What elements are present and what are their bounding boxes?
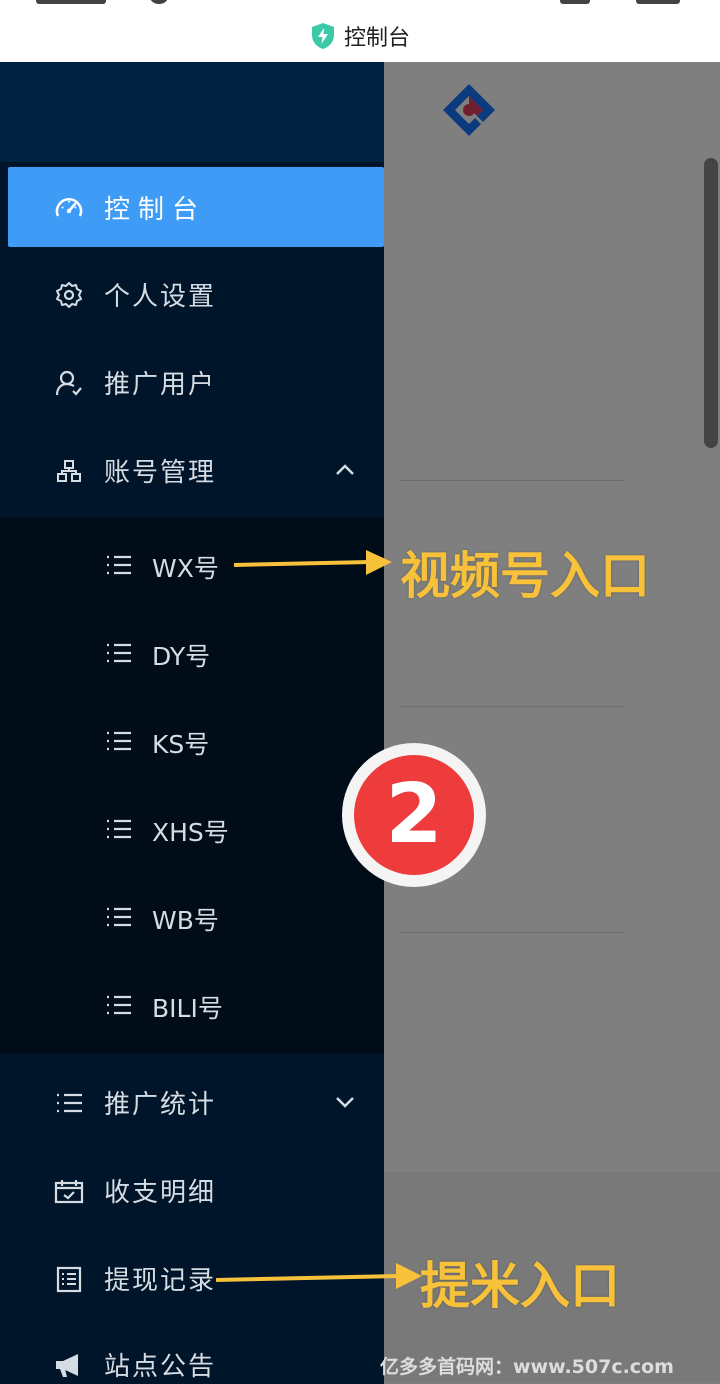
sidebar-item-account-management[interactable]: 账号管理: [0, 430, 384, 510]
sidebar-item-promotion-stats[interactable]: 推广统计: [0, 1062, 384, 1142]
sidebar-item-label: 个人设置: [104, 282, 217, 312]
sidebar-item-label: 提现记录: [104, 1266, 217, 1296]
dashboard-icon: [55, 198, 83, 217]
sidebar-item-label: 推广用户: [104, 370, 217, 400]
page-title: 控制台: [343, 26, 410, 51]
sidebar-item-label: 账号管理: [104, 458, 217, 488]
sidebar-item-label: 收支明细: [104, 1178, 217, 1208]
submenu-item-ks[interactable]: KS号: [0, 702, 384, 782]
sidebar-item-site-notice[interactable]: 站点公告: [0, 1324, 384, 1384]
watermark: 亿多多首码网：www.507c.com: [380, 1356, 674, 1378]
annotation-video-entry: 视频号入口: [400, 547, 650, 605]
status-bar-icon: [150, 0, 168, 4]
chevron-down-icon: [336, 1097, 354, 1108]
step-badge: 2: [342, 743, 486, 887]
document-icon: [56, 1266, 82, 1293]
submenu-item-label: DY号: [152, 642, 211, 671]
list-icon: [107, 995, 131, 1015]
gear-icon: [56, 282, 82, 308]
submenu-item-bili[interactable]: BILI号: [0, 966, 384, 1046]
submenu-item-label: KS号: [152, 730, 210, 759]
submenu-item-xhs[interactable]: XHS号: [0, 790, 384, 870]
list-icon: [107, 643, 131, 663]
sidebar-item-label: 推广统计: [104, 1090, 217, 1120]
list-icon: [57, 1093, 82, 1113]
battery-icon: [636, 0, 680, 4]
sidebar-item-personal-settings[interactable]: 个人设置: [0, 254, 384, 334]
submenu-item-label: WX号: [152, 554, 219, 583]
sidebar-item-withdraw-records[interactable]: 提现记录: [0, 1238, 384, 1318]
sidebar-item-label: 站点公告: [104, 1352, 217, 1382]
submenu-item-wb[interactable]: WB号: [0, 878, 384, 958]
chevron-up-icon: [336, 464, 354, 475]
signal-icon: [560, 0, 590, 4]
calendar-check-icon: [54, 1180, 84, 1204]
list-icon: [107, 731, 131, 751]
submenu-item-label: XHS号: [152, 818, 229, 847]
submenu-item-label: BILI号: [152, 994, 223, 1023]
megaphone-icon: [56, 1354, 78, 1377]
list-icon: [107, 819, 131, 839]
cluster-icon: [57, 460, 81, 482]
submenu-item-dy[interactable]: DY号: [0, 614, 384, 694]
submenu-item-wx[interactable]: WX号: [0, 526, 384, 606]
sidebar-item-label: 控制台: [104, 195, 207, 225]
step-number: 2: [354, 755, 474, 875]
account-submenu: WX号 DY号 KS号 XHS号 WB号 BILI号: [0, 518, 384, 1054]
list-icon: [107, 907, 131, 927]
sidebar-header: [0, 62, 384, 162]
status-bar-time: [36, 0, 106, 4]
list-icon: [107, 555, 131, 575]
annotation-withdraw-entry: 提米入口: [420, 1257, 620, 1315]
page-title-area: 控制台: [0, 20, 720, 52]
user-icon: [55, 370, 82, 396]
submenu-item-label: WB号: [152, 906, 219, 935]
sidebar-item-dashboard[interactable]: 控制台: [8, 167, 384, 247]
shield-bolt-icon: [311, 23, 334, 49]
browser-title-bar: 控制台: [0, 0, 720, 62]
drawer-mask[interactable]: [384, 62, 720, 1384]
sidebar-item-income-expense[interactable]: 收支明细: [0, 1150, 384, 1230]
sidebar-item-promoted-users[interactable]: 推广用户: [0, 342, 384, 422]
sidebar-drawer: 控制台 个人设置 推广用户 账号管理 WX号 DY号 KS号 XHS号 WB号 …: [0, 62, 384, 1384]
